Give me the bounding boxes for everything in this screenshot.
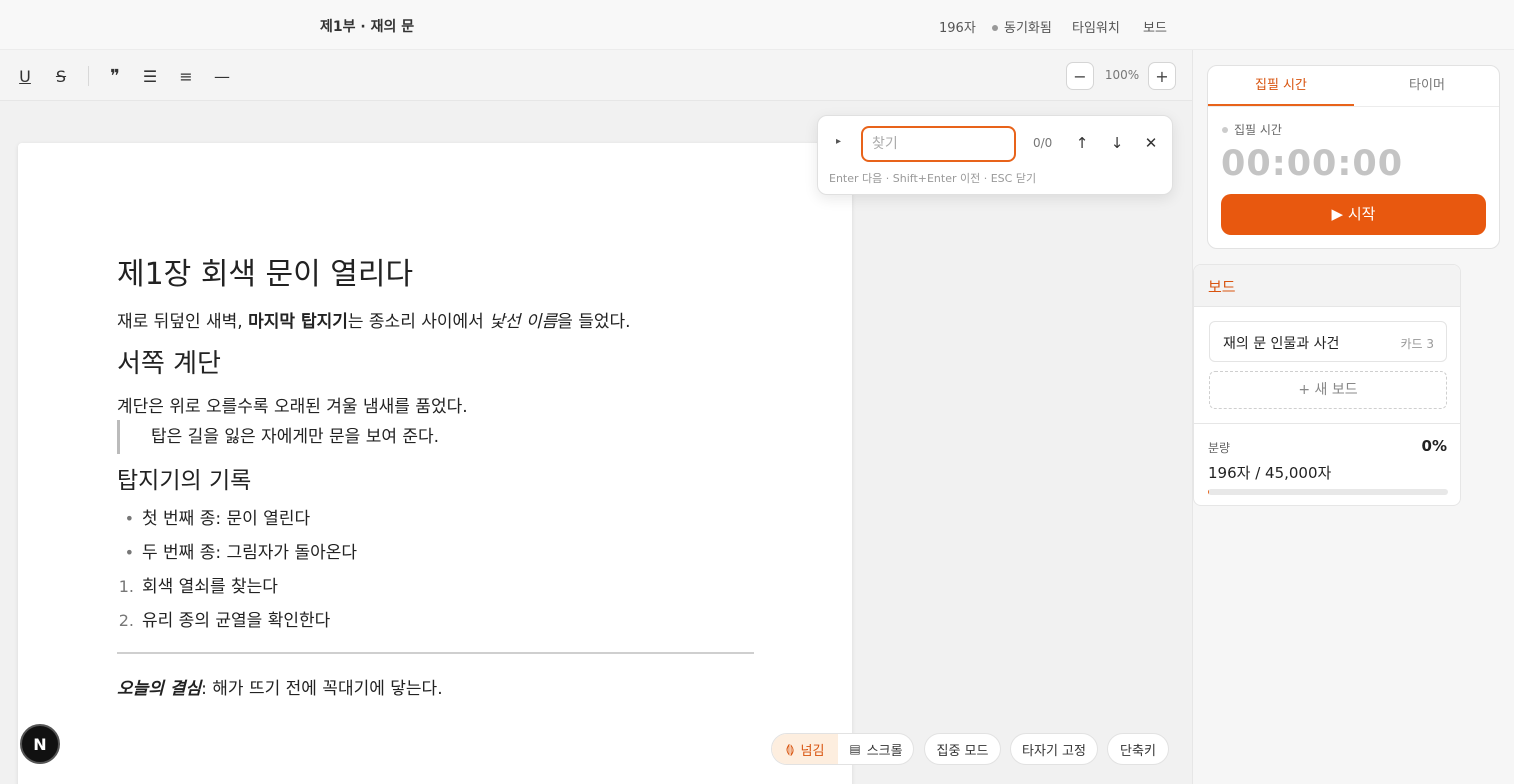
bullet-list-button[interactable]: ☰ — [138, 63, 162, 89]
list-item: 2. 유리 종의 균열을 확인한다 — [117, 606, 331, 631]
quote-icon: ❞ — [110, 65, 120, 87]
find-prev-button[interactable]: ↑ — [1071, 132, 1093, 154]
find-next-button[interactable]: ↓ — [1106, 132, 1128, 154]
new-board-button[interactable]: + 새 보드 — [1209, 371, 1447, 409]
flip-mode-label: 넘김 — [800, 743, 825, 759]
scroll-icon: ▤ — [849, 742, 861, 756]
board-nav-button[interactable]: 보드 — [1143, 17, 1167, 36]
divider-button[interactable]: — — [210, 63, 234, 89]
board-item-name: 재의 문 인물과 사건 — [1223, 336, 1340, 352]
list-item: • 첫 번째 종: 문이 열린다 — [117, 504, 311, 529]
blockquote-button[interactable]: ❞ — [103, 63, 127, 89]
list-item-text: 회색 열쇠를 찾는다 — [142, 577, 278, 597]
focus-mode-button[interactable]: 집중 모드 — [924, 733, 1001, 765]
board-title: 보드 — [1208, 278, 1236, 296]
bullet-mark: • — [124, 543, 134, 562]
find-input[interactable] — [861, 126, 1016, 162]
volume-progress-bar — [1208, 489, 1448, 495]
section-heading-stairs: 서쪽 계단 — [117, 349, 221, 379]
horizontal-rule — [117, 652, 754, 654]
paragraph-1: 재로 뒤덮인 새벽, 마지막 탑지기는 종소리 사이에서 낯선 이름을 들었다. — [117, 307, 631, 332]
final-paragraph: 오늘의 결심: 해가 뜨기 전에 꼭대기에 닿는다. — [117, 674, 443, 699]
tab-writing-time[interactable]: 집필 시간 — [1208, 66, 1354, 106]
p1-text-2: 는 종소리 사이에서 — [347, 312, 490, 332]
list-item-text: 두 번째 종: 그림자가 돌아온다 — [142, 543, 358, 563]
timer-value: 00:00:00 — [1221, 144, 1404, 184]
board-header: 보드 — [1194, 265, 1460, 307]
ordered-list-button[interactable]: ≡ — [174, 63, 198, 89]
sync-dot-icon — [992, 24, 998, 31]
blockquote: 탑은 길을 잃은 자에게만 문을 보여 준다. — [117, 420, 439, 454]
find-expand-toggle[interactable]: ▸ — [836, 136, 841, 147]
scroll-mode-button[interactable]: ▤ 스크롤 — [838, 734, 913, 764]
ordered-mark: 2. — [118, 611, 134, 630]
arrow-up-icon: ↑ — [1075, 134, 1089, 152]
typewriter-lock-button[interactable]: 타자기 고정 — [1010, 733, 1098, 765]
timer-label: 집필 시간 — [1222, 121, 1282, 138]
tab-timer[interactable]: 타이머 — [1354, 66, 1500, 106]
list-item: • 두 번째 종: 그림자가 돌아온다 — [117, 538, 357, 563]
p1-text: 재로 뒤덮인 새벽, — [117, 312, 249, 332]
ordered-list-icon: ≡ — [179, 66, 193, 86]
volume-percent: 0% — [1421, 437, 1447, 455]
board-item-count: 카드 3 — [1400, 337, 1434, 351]
chapter-heading: 제1장 회색 문이 열리다 — [117, 257, 414, 292]
app-logo-badge[interactable]: N — [20, 724, 60, 764]
document-page[interactable]: 제1장 회색 문이 열리다 재로 뒤덮인 새벽, 마지막 탑지기는 종소리 사이… — [18, 143, 852, 784]
sync-status-label: 동기화됨 — [1004, 21, 1052, 36]
volume-progress-fill — [1208, 489, 1209, 495]
typewatch-button[interactable]: 타임워치 — [1072, 17, 1120, 36]
top-bar: 제1부 · 재의 문 196자 동기화됨 타임워치 보드 — [0, 0, 1514, 50]
find-panel: ▸ 0/0 ↑ ↓ ✕ Enter 다음 · Shift+Enter 이전 · … — [817, 115, 1173, 195]
status-dot-icon — [1222, 126, 1228, 133]
start-button[interactable]: ▶ 시작 — [1221, 194, 1486, 235]
sync-status: 동기화됨 — [992, 17, 1052, 36]
toolbar-divider — [88, 66, 89, 86]
flip-mode-button[interactable]: ⟬⟭ 넘김 — [772, 734, 838, 764]
board-item[interactable]: 재의 문 인물과 사건 카드 3 — [1209, 321, 1447, 362]
bullet-mark: • — [124, 509, 134, 528]
zoom-out-button[interactable]: − — [1066, 62, 1094, 90]
zoom-level: 100% — [1104, 68, 1140, 82]
ordered-mark: 1. — [118, 577, 134, 596]
shortcuts-button[interactable]: 단축키 — [1107, 733, 1169, 765]
list-item-text: 유리 종의 균열을 확인한다 — [142, 611, 331, 631]
close-icon: ✕ — [1144, 134, 1158, 152]
timer-label-text: 집필 시간 — [1234, 123, 1282, 137]
final-bold-italic: 오늘의 결심 — [117, 679, 202, 699]
paragraph-2: 계단은 위로 오를수록 오래된 겨울 냄새를 품었다. — [117, 397, 468, 417]
p1-bold: 마지막 탑지기 — [248, 312, 348, 332]
arrow-down-icon: ↓ — [1110, 134, 1124, 152]
board-panel: 보드 재의 문 인물과 사건 카드 3 + 새 보드 분량 0% 196자 / … — [1193, 264, 1461, 506]
find-hint: Enter 다음 · Shift+Enter 이전 · ESC 닫기 — [829, 172, 1037, 185]
list-item: 1. 회색 열쇠를 찾는다 — [117, 572, 278, 597]
section-heading-records: 탑지기의 기록 — [117, 468, 252, 494]
document-title: 제1부 · 재의 문 — [320, 19, 415, 35]
strikethrough-button[interactable]: S — [49, 63, 73, 89]
scroll-mode-label: 스크롤 — [866, 743, 903, 759]
underline-button[interactable]: U — [13, 63, 37, 89]
final-text: : 해가 뜨기 전에 꼭대기에 닿는다. — [201, 679, 443, 699]
p1-italic: 낯선 이름 — [489, 312, 558, 332]
bullet-list-icon: ☰ — [142, 66, 158, 86]
char-count: 196자 — [939, 21, 976, 36]
volume-label: 분량 — [1208, 441, 1231, 455]
page-flip-icon: ⟬⟭ — [785, 741, 795, 756]
timer-card: 집필 시간 타이머 집필 시간 00:00:00 ▶ 시작 — [1207, 65, 1500, 249]
p1-text-3: 을 들었다. — [557, 312, 631, 332]
list-item-text: 첫 번째 종: 문이 열린다 — [142, 509, 311, 529]
horizontal-rule-icon: — — [214, 66, 230, 86]
zoom-in-button[interactable]: + — [1148, 62, 1176, 90]
view-mode-toggle: ⟬⟭ 넘김 ▤ 스크롤 — [771, 733, 914, 765]
find-match-count: 0/0 — [1033, 136, 1053, 150]
volume-divider — [1194, 423, 1460, 424]
find-close-button[interactable]: ✕ — [1140, 132, 1162, 154]
tab-divider — [1208, 106, 1499, 107]
volume-value: 196자 / 45,000자 — [1208, 464, 1332, 482]
